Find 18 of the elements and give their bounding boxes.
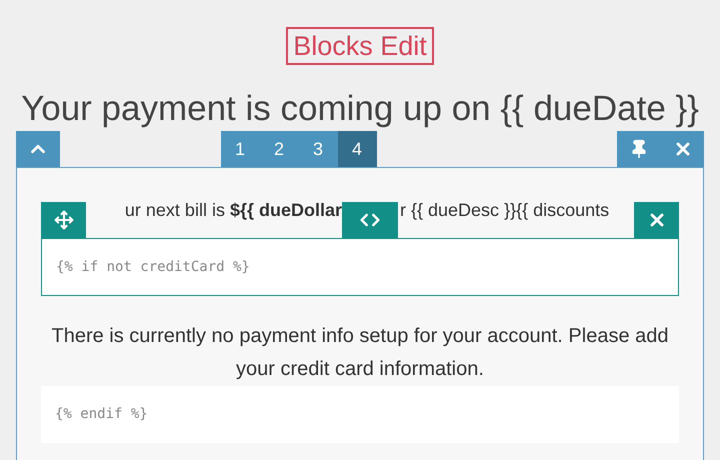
page-tab[interactable]: 4 [338, 131, 376, 167]
message-text: There is currently no payment info setup for your account. Please add your credit card information. [50, 324, 670, 382]
page-tab[interactable]: 2 [260, 131, 298, 167]
bill-text: ur next bill is ${{ dueDollar [124, 200, 342, 220]
page-tab[interactable]: 1 [220, 131, 260, 167]
collapse-button[interactable] [16, 131, 60, 167]
code-button[interactable] [342, 202, 398, 238]
page-heading: Your payment is coming up on {{ dueDate }} [20, 88, 700, 130]
move-button[interactable] [41, 202, 86, 238]
condition-field[interactable]: {% if not creditCard %} [41, 238, 679, 296]
page-tab[interactable]: 3 [298, 131, 338, 167]
code-block: {% endif %} [41, 386, 679, 443]
move-icon [54, 210, 74, 230]
page-badge: Blocks Edit [286, 27, 434, 65]
pin-button[interactable] [617, 131, 661, 167]
bill-text: r {{ dueDesc }}{{ discounts [399, 200, 610, 220]
close-button[interactable] [661, 131, 704, 167]
remove-button[interactable] [634, 202, 679, 238]
